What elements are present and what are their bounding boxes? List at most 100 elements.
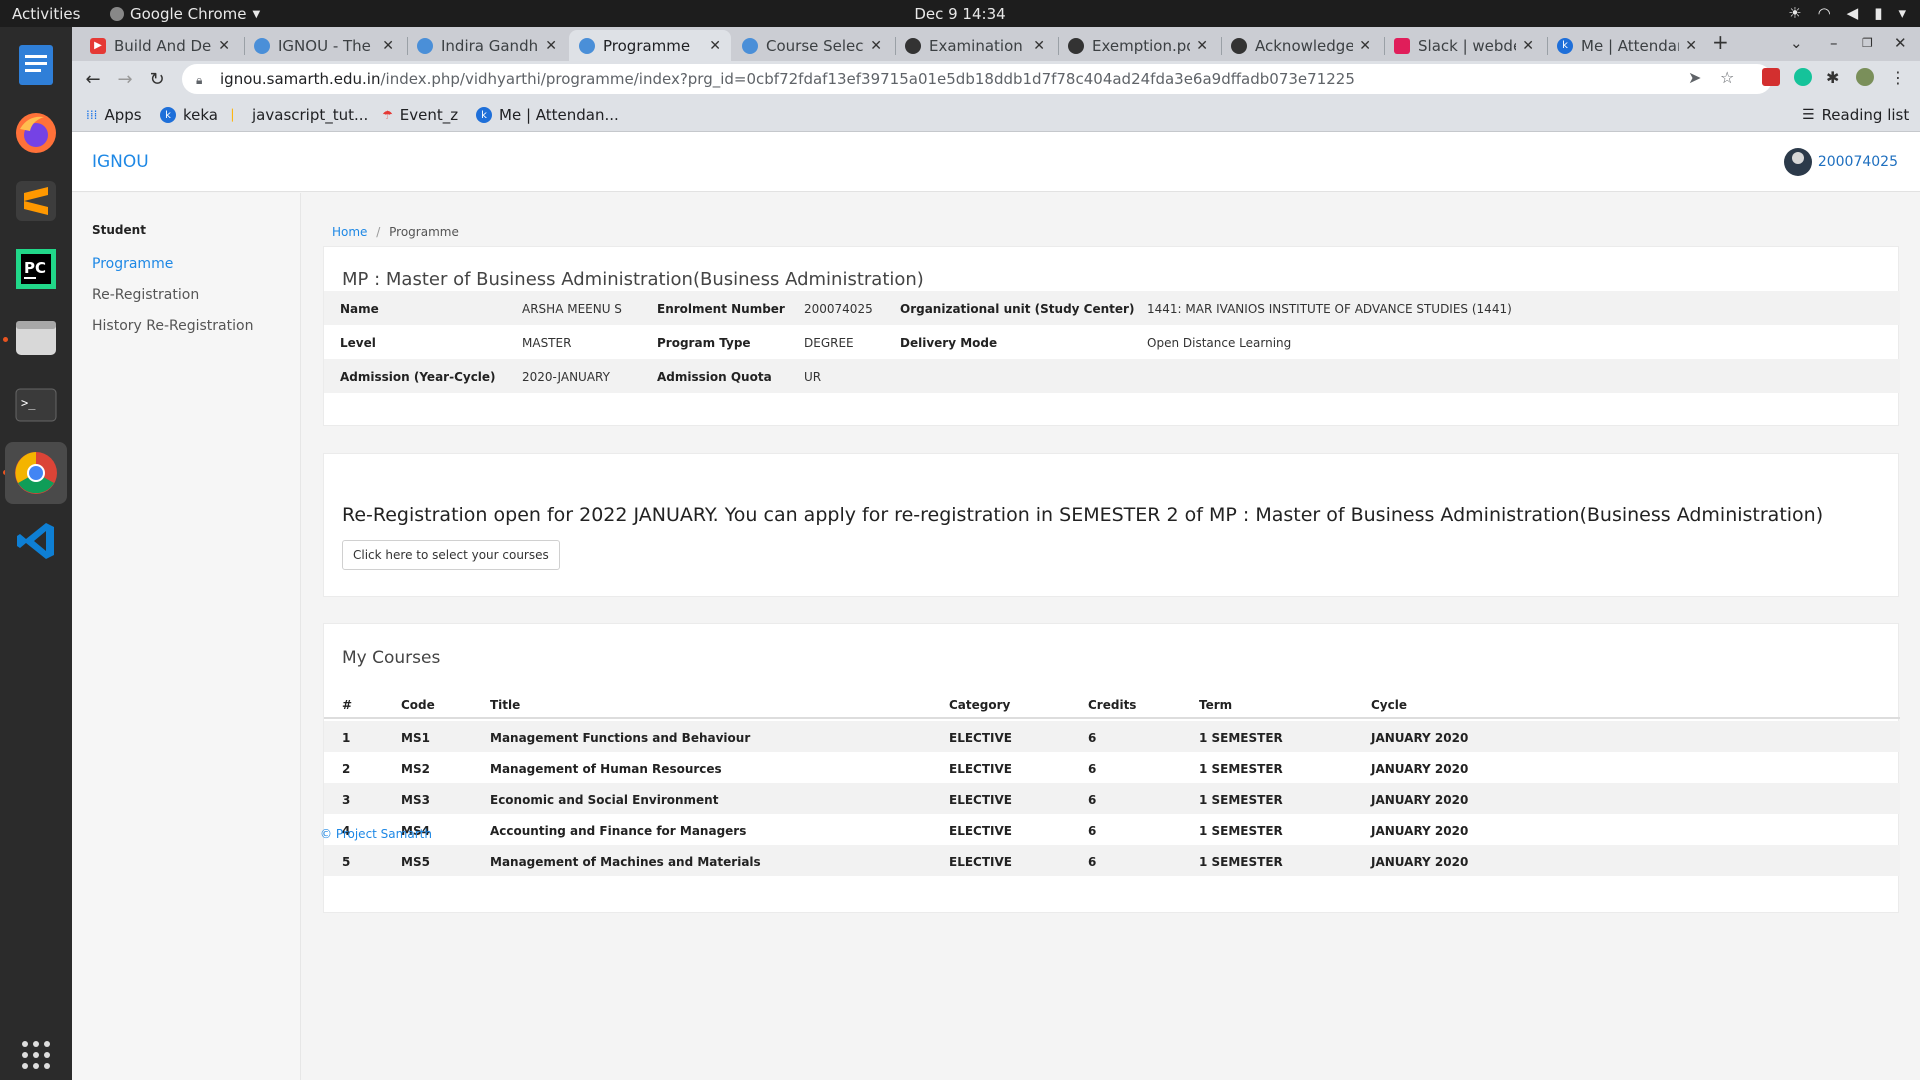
close-tab-icon[interactable]: ✕	[545, 38, 557, 54]
bookmark-keka[interactable]: k keka	[160, 106, 218, 124]
info-label: Organizational unit (Study Center)	[900, 302, 1135, 316]
puzzle-extensions-icon[interactable]: ✱	[1826, 68, 1839, 87]
pycharm-icon: PC	[16, 249, 56, 289]
dock-vscode[interactable]	[8, 513, 64, 569]
tab-title: Course Selecti	[766, 36, 865, 55]
forward-button[interactable]: →	[112, 66, 138, 92]
tab-7[interactable]: Acknowledge ✕	[1221, 30, 1381, 61]
address-bar[interactable]: 🔒︎ ignou.samarth.edu.in/index.php/vidhya…	[182, 64, 1772, 94]
close-tab-icon[interactable]: ✕	[1522, 38, 1534, 54]
dock-pycharm[interactable]: PC	[8, 241, 64, 297]
close-tab-icon[interactable]: ✕	[382, 38, 394, 54]
reading-list-button[interactable]: ☰ Reading list	[1802, 106, 1909, 124]
url-path: /index.php/vidhyarthi/programme/index?pr…	[380, 70, 1355, 88]
user-menu[interactable]: 200074025	[1783, 148, 1898, 176]
close-tab-icon[interactable]: ✕	[1033, 38, 1045, 54]
tab-6[interactable]: Exemption.pd ✕	[1058, 30, 1218, 61]
clock[interactable]: Dec 9 14:34	[0, 5, 1920, 23]
dock-terminal[interactable]: >_	[8, 377, 64, 433]
table-row: 4 MS4 Accounting and Finance for Manager…	[324, 814, 1900, 845]
course-category: ELECTIVE	[949, 824, 1012, 838]
bookmark-attendance[interactable]: k Me | Attendan...	[476, 106, 619, 124]
grammarly-icon[interactable]	[1794, 68, 1812, 86]
info-value: ARSHA MEENU S	[522, 302, 622, 316]
url-host: ignou.samarth.edu.in	[220, 70, 381, 88]
info-value: DEGREE	[804, 336, 854, 350]
breadcrumb-home-link[interactable]: Home	[332, 225, 367, 239]
course-title: Economic and Social Environment	[490, 793, 719, 807]
reload-button[interactable]: ↻	[144, 66, 170, 92]
dock-chrome[interactable]	[5, 442, 67, 504]
arrow-left-icon: ←	[85, 68, 101, 90]
dock-sublime[interactable]	[8, 173, 64, 229]
close-tab-icon[interactable]: ✕	[709, 38, 721, 54]
info-label: Delivery Mode	[900, 336, 998, 350]
tab-2[interactable]: Indira Gandhi ✕	[407, 30, 567, 61]
restore-icon: ❐	[1862, 36, 1873, 50]
footer-link[interactable]: © Project Samarth	[320, 827, 432, 841]
sidebar-item-history-re-registration[interactable]: History Re-Registration	[92, 318, 253, 334]
web-page: IGNOU 200074025 Student Programme Re-Reg…	[72, 132, 1920, 1080]
table-row: 1 MS1 Management Functions and Behaviour…	[324, 721, 1900, 752]
bookmark-apps[interactable]: ⁞⁞⁞ Apps	[86, 106, 142, 124]
bookmark-label: javascript_tut...	[252, 106, 369, 124]
battery-icon: ▮	[1874, 4, 1883, 22]
folder-icon	[16, 321, 56, 355]
courses-title: My Courses	[342, 648, 441, 668]
tab-title: Indira Gandhi	[441, 36, 540, 55]
tab-5[interactable]: Examination F ✕	[895, 30, 1055, 61]
close-tab-icon[interactable]: ✕	[1685, 38, 1697, 54]
tab-0[interactable]: ▶ Build And Dep ✕	[80, 30, 240, 61]
system-tray[interactable]: ☀ ◠ ◀ ▮ ▾	[1788, 4, 1906, 22]
tab-search-button[interactable]: ⌄	[1790, 34, 1803, 52]
bookmark-event[interactable]: ☂ Event_z	[382, 106, 458, 124]
extension-red-icon[interactable]	[1762, 68, 1780, 86]
maximize-button[interactable]: ❐	[1862, 36, 1873, 50]
courses-card: My Courses # Code Title Category Credits…	[323, 623, 1900, 913]
breadcrumb: Home / Programme	[332, 225, 459, 239]
system-top-bar: Activities Google Chrome ▼ Dec 9 14:34 ☀…	[0, 0, 1920, 27]
chevron-down-icon: ⌄	[1790, 34, 1803, 52]
tab-1[interactable]: IGNOU - The Pe ✕	[244, 30, 404, 61]
browser-chrome: ▶ Build And Dep ✕ IGNOU - The Pe ✕ Indir…	[72, 27, 1920, 132]
close-window-button[interactable]: ✕	[1894, 34, 1907, 52]
select-courses-button[interactable]: Click here to select your courses	[342, 540, 560, 570]
dock-files[interactable]	[8, 309, 64, 365]
tab-9[interactable]: k Me | Attendan ✕	[1547, 30, 1707, 61]
info-row: Name ARSHA MEENU S Enrolment Number 2000…	[324, 291, 1900, 325]
column-header: Term	[1199, 698, 1233, 712]
table-row: 5 MS5 Management of Machines and Materia…	[324, 845, 1900, 876]
brand-logo-link[interactable]: IGNOU	[92, 152, 149, 172]
sidebar-item-re-registration[interactable]: Re-Registration	[92, 287, 199, 303]
close-tab-icon[interactable]: ✕	[870, 38, 882, 54]
globe-icon	[1068, 37, 1084, 54]
globe-icon	[1231, 37, 1247, 54]
tab-programme-active[interactable]: Programme ✕	[569, 30, 731, 61]
table-row: 3 MS3 Economic and Social Environment EL…	[324, 783, 1900, 814]
bookmark-javascript[interactable]: ⎸ javascript_tut...	[232, 106, 368, 124]
reading-list-icon: ☰	[1802, 107, 1815, 123]
slack-icon	[1394, 37, 1410, 54]
bookmark-label: keka	[183, 106, 218, 124]
profile-avatar-icon[interactable]	[1856, 68, 1874, 86]
dock-firefox[interactable]	[8, 105, 64, 161]
course-category: ELECTIVE	[949, 731, 1012, 745]
minimize-icon: –	[1830, 34, 1838, 52]
bookmark-star-icon[interactable]: ☆	[1720, 68, 1734, 87]
show-applications-button[interactable]	[8, 1027, 64, 1080]
vscode-icon	[17, 523, 54, 559]
close-tab-icon[interactable]: ✕	[1196, 38, 1208, 54]
more-menu-icon[interactable]: ⋮	[1890, 68, 1906, 87]
close-tab-icon[interactable]: ✕	[218, 38, 230, 54]
new-tab-button[interactable]: +	[1712, 30, 1729, 54]
back-button[interactable]: ←	[80, 66, 106, 92]
programme-card: MP : Master of Business Administration(B…	[323, 246, 1900, 426]
shield-icon	[579, 37, 595, 54]
close-tab-icon[interactable]: ✕	[1359, 38, 1371, 54]
tab-8[interactable]: Slack | webde ✕	[1384, 30, 1544, 61]
dock-text-editor[interactable]	[8, 37, 64, 93]
send-to-device-icon[interactable]: ➤	[1688, 68, 1701, 87]
sidebar-item-programme[interactable]: Programme	[92, 256, 173, 272]
minimize-button[interactable]: –	[1830, 34, 1838, 52]
tab-4[interactable]: Course Selecti ✕	[732, 30, 892, 61]
